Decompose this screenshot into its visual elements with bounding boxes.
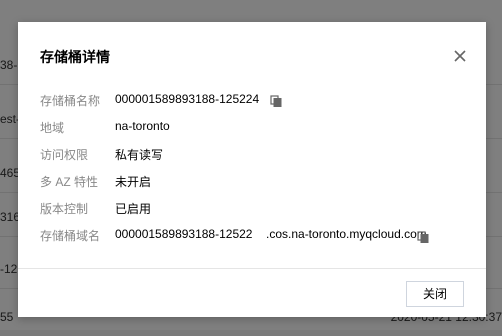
close-button[interactable]: 关闭 [406,281,464,307]
detail-label: 版本控制 [40,202,89,216]
detail-value: 私有读写 [115,148,164,162]
detail-value: 未开启 [115,175,152,189]
detail-label: 多 AZ 特性 [40,175,99,189]
copy-icon[interactable] [270,95,282,107]
detail-label: 存储桶域名 [40,229,101,243]
footer-divider [18,268,486,269]
detail-value: 已启用 [115,202,152,216]
detail-value: 000001589893188-12522 [115,227,253,241]
detail-label: 访问权限 [40,148,89,162]
detail-value: na-toronto [115,119,170,133]
close-icon[interactable] [452,48,468,64]
detail-value: 000001589893188-125224 [115,92,260,106]
detail-label: 地域 [40,121,65,135]
domain-suffix: .cos.na-toronto.myqcloud.com [266,227,427,241]
copy-icon[interactable] [417,231,429,243]
bucket-details-dialog: 存储桶详情 存储桶名称 000001589893188-125224 地域 na… [18,22,486,317]
dialog-title: 存储桶详情 [40,49,110,65]
detail-label: 存储桶名称 [40,94,101,108]
